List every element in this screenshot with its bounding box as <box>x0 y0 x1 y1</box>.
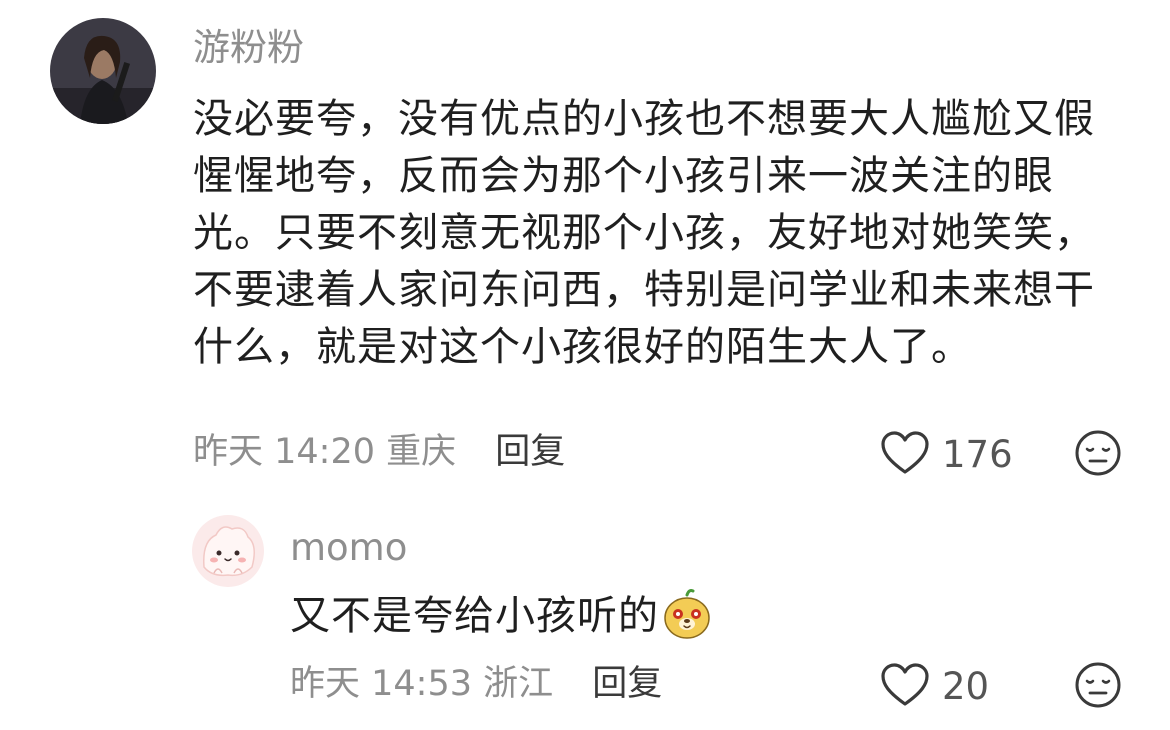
meh-face-icon[interactable] <box>1074 661 1122 713</box>
comment-text-line: 不要逮着人家问东问西，特别是问学业和未来想干 <box>193 267 1095 313</box>
comment-text-line: 没必要夸，没有优点的小孩也不想要大人尴尬又假 <box>193 96 1095 142</box>
reply-button[interactable]: 回复 <box>495 432 565 472</box>
avatar[interactable] <box>192 515 264 587</box>
avatar[interactable] <box>50 18 156 124</box>
comment-time: 昨天 14:53 <box>290 664 472 704</box>
cute-dog-emoji <box>661 588 713 645</box>
comment-location: 重庆 <box>386 432 457 472</box>
comment-location: 浙江 <box>483 664 554 704</box>
comment-text: 又不是夸给小孩听的 <box>290 593 659 639</box>
comment-text-line: 光。只要不刻意无视那个小孩，友好地对她笑笑， <box>193 210 1095 256</box>
comment-body: 没必要夸，没有优点的小孩也不想要大人尴尬又假 惺惺地夸，反而会为那个小孩引来一波… <box>193 91 1153 376</box>
like-button[interactable]: 20 <box>880 663 989 711</box>
like-button[interactable]: 176 <box>880 431 1013 479</box>
comment-time: 昨天 14:20 <box>193 432 375 472</box>
comment-username[interactable]: 游粉粉 <box>193 26 304 70</box>
reply-button[interactable]: 回复 <box>592 664 662 704</box>
heart-outline-icon <box>880 663 930 711</box>
meh-face-icon[interactable] <box>1074 429 1122 481</box>
like-count: 20 <box>942 665 990 708</box>
like-count: 176 <box>942 433 1013 476</box>
comment-text-line: 惺惺地夸，反而会为那个小孩引来一波关注的眼 <box>193 153 1054 199</box>
comment-meta: 昨天 14:53 浙江 回复 <box>290 663 662 705</box>
fade-overlay <box>990 650 1070 720</box>
heart-outline-icon <box>880 431 930 479</box>
comment-text-line: 什么，就是对这个小孩很好的陌生大人了。 <box>193 324 972 370</box>
comment-meta: 昨天 14:20 重庆 回复 <box>193 431 565 473</box>
comment-body: 又不是夸给小孩听的 <box>290 588 713 645</box>
comment-username[interactable]: momo <box>290 526 407 570</box>
